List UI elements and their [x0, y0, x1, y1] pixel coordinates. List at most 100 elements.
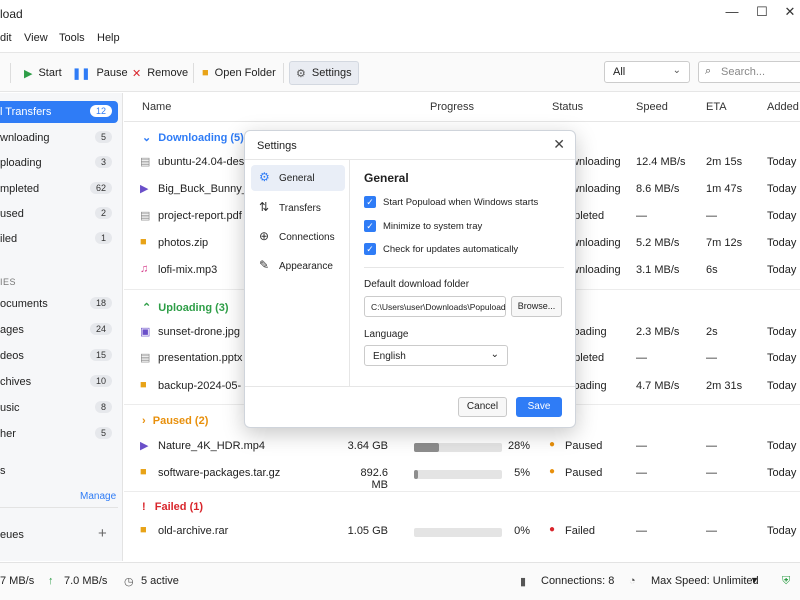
settings-label: Settings: [311, 67, 352, 79]
menu-edit[interactable]: dit: [0, 32, 12, 44]
sidebar-item-uploading[interactable]: ploading 3: [0, 152, 118, 174]
file-name: lofi-mix.mp3: [158, 264, 218, 276]
group-header-failed[interactable]: ! Failed (1): [142, 501, 203, 513]
speed-text: —: [636, 467, 647, 479]
speedometer-icon: ◔: [629, 575, 636, 587]
speed-text: —: [636, 525, 647, 537]
column-header-name[interactable]: Name: [142, 101, 171, 113]
file-name: Big_Buck_Bunny_: [158, 183, 248, 195]
pause-status-icon: ●: [549, 439, 556, 450]
language-select[interactable]: English ⌄: [364, 345, 508, 366]
settings-nav-general[interactable]: ⚙ General: [251, 165, 345, 191]
download-folder-field[interactable]: C:\Users\user\Downloads\Popuload: [364, 296, 506, 317]
sidebar-item-label: wnloading: [0, 132, 50, 144]
remove-button[interactable]: ✕ Remove: [126, 61, 194, 85]
sidebar-item-archives[interactable]: chives 10: [0, 371, 118, 393]
section-divider: [364, 267, 564, 268]
manage-link[interactable]: Manage: [80, 491, 116, 502]
sidebar-item-label: iled: [0, 233, 18, 245]
sidebar-item-label: used: [0, 208, 24, 220]
settings-button[interactable]: ⚙ Settings: [289, 61, 359, 85]
sidebar-item-label: ploading: [0, 157, 42, 169]
sidebar-item-other[interactable]: her 5: [0, 423, 118, 445]
image-file-icon: ▣: [140, 326, 151, 338]
eta-text: —: [706, 352, 717, 364]
file-name: backup-2024-05-: [158, 380, 242, 392]
column-header-eta[interactable]: ETA: [706, 101, 727, 113]
settings-nav-appearance[interactable]: ✎ Appearance: [251, 253, 345, 279]
menu-help[interactable]: Help: [97, 32, 120, 44]
menu-view[interactable]: View: [24, 32, 48, 44]
file-name: old-archive.rar: [158, 525, 229, 537]
startup-checkbox[interactable]: ✓ Start Popuload when Windows starts: [364, 196, 564, 210]
sidebar-item-all-transfers[interactable]: l Transfers 12: [0, 101, 118, 123]
open-folder-button[interactable]: ■ Open Folder: [196, 61, 282, 85]
pause-button[interactable]: ❚❚ Pause: [66, 61, 134, 85]
pause-icon: ❚❚: [72, 67, 91, 80]
filter-select[interactable]: All ⌄: [604, 61, 690, 83]
group-header-downloading[interactable]: ⌄ Downloading (5): [142, 131, 244, 144]
nav-label: Appearance: [279, 261, 333, 272]
added-text: Today 10: [767, 440, 800, 452]
nav-label: General: [279, 173, 315, 184]
start-button[interactable]: ▶ Start: [18, 61, 68, 85]
pause-status-icon: ●: [549, 466, 556, 477]
group-label: Uploading (3): [158, 302, 229, 314]
sidebar: l Transfers 12 wnloading 5 ploading 3 mp…: [0, 93, 123, 561]
group-header-uploading[interactable]: ⌃ Uploading (3): [142, 301, 229, 314]
updates-checkbox[interactable]: ✓ Check for updates automatically: [364, 243, 564, 257]
dialog-divider: [245, 159, 575, 160]
add-queue-button[interactable]: +: [98, 525, 107, 542]
search-input[interactable]: ⌕ Search...: [698, 61, 800, 83]
column-header-status[interactable]: Status: [552, 101, 583, 113]
file-name: ubuntu-24.04-des: [158, 156, 245, 168]
menu-tools[interactable]: Tools: [59, 32, 85, 44]
browse-button[interactable]: Browse...: [511, 296, 562, 317]
column-header-added[interactable]: Added: [767, 101, 799, 113]
start-label: Start: [38, 67, 62, 79]
maximize-button[interactable]: ☐: [752, 4, 772, 20]
upload-speed: 7.0 MB/s: [64, 575, 108, 587]
document-file-icon: ▤: [140, 210, 151, 222]
save-button[interactable]: Save: [516, 397, 562, 417]
settings-nav-connections[interactable]: ⊕ Connections: [251, 224, 345, 250]
sidebar-item-documents[interactable]: ocuments 18: [0, 293, 118, 315]
sidebar-item-paused[interactable]: used 2: [0, 203, 118, 225]
added-text: Today 10: [767, 326, 800, 338]
table-row[interactable]: ■ software-packages.tar.gz 892.6 MB 5% ●…: [124, 460, 800, 491]
archive-file-icon: ■: [140, 524, 147, 536]
categories-header: IES: [0, 277, 17, 287]
sidebar-item-failed[interactable]: iled 1: [0, 228, 118, 250]
max-speed-select[interactable]: Max Speed: Unlimited: [651, 575, 759, 587]
minimize-button[interactable]: —: [722, 4, 742, 19]
close-window-button[interactable]: ✕: [780, 4, 800, 20]
tray-checkbox[interactable]: ✓ Minimize to system tray: [364, 220, 564, 234]
sidebar-item-downloading[interactable]: wnloading 5: [0, 127, 118, 149]
settings-dialog: Settings ✕ ⚙ General ⇅ Transfers ⊕ Conne…: [244, 130, 576, 428]
nav-label: Connections: [279, 232, 335, 243]
count-badge: 2: [94, 207, 112, 219]
settings-nav-transfers[interactable]: ⇅ Transfers: [251, 195, 345, 221]
sidebar-item-images[interactable]: ages 24: [0, 319, 118, 341]
eta-text: 7m 12s: [706, 237, 743, 249]
sidebar-item-completed[interactable]: mpleted 62: [0, 178, 118, 200]
group-header-paused[interactable]: › Paused (2): [142, 415, 208, 427]
chevron-down-icon[interactable]: ▼: [750, 575, 759, 585]
count-badge: 10: [89, 375, 112, 387]
title-bar: load — ☐ ✕: [0, 0, 800, 28]
cancel-button[interactable]: Cancel: [458, 397, 507, 417]
error-status-icon: ●: [549, 524, 556, 535]
group-label: Downloading (5): [158, 132, 244, 144]
checkbox-label: Start Popuload when Windows starts: [383, 197, 539, 208]
table-row[interactable]: ▶ Nature_4K_HDR.mp4 3.64 GB 28% ● Paused…: [124, 433, 800, 459]
column-header-speed[interactable]: Speed: [636, 101, 668, 113]
header-divider: [124, 121, 800, 122]
added-text: Today 10: [767, 352, 800, 364]
sidebar-item-music[interactable]: usic 8: [0, 397, 118, 419]
column-header-progress[interactable]: Progress: [430, 101, 474, 113]
file-name: Nature_4K_HDR.mp4: [158, 440, 265, 452]
toolbar-divider: [283, 63, 284, 83]
sidebar-item-videos[interactable]: deos 15: [0, 345, 118, 367]
close-icon[interactable]: ✕: [553, 136, 565, 153]
table-row[interactable]: ■ old-archive.rar 1.05 GB 0% ● Failed — …: [124, 518, 800, 544]
